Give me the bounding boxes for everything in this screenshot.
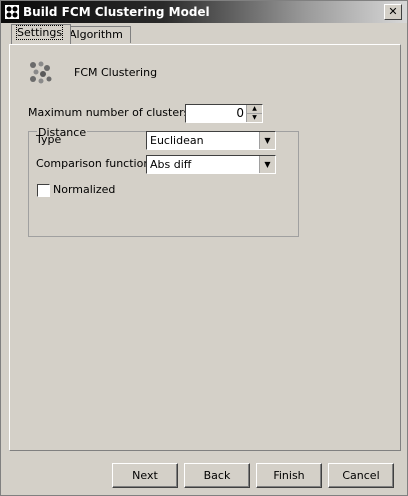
normalized-checkbox[interactable] [37,184,50,197]
finish-button[interactable]: Finish [256,463,322,488]
type-select[interactable]: Euclidean ▼ [146,131,276,150]
next-button[interactable]: Next [112,463,178,488]
max-clusters-value[interactable]: 0 [236,106,244,120]
normalized-label: Normalized [53,183,116,196]
max-clusters-spinner[interactable]: 0 ▲ ▼ [185,104,263,123]
tab-algorithm-label: Algorithm [69,28,123,41]
dialog-window: Build FCM Clustering Model ✕ Settings Al… [0,0,408,496]
tab-settings[interactable]: Settings [11,24,71,44]
window-title: Build FCM Clustering Model [23,5,210,19]
model-type-label: FCM Clustering [74,66,158,79]
title-bar: Build FCM Clustering Model ✕ [1,1,407,23]
cluster-dots-icon [30,61,52,84]
chevron-down-icon[interactable]: ▼ [259,156,275,173]
app-icon [5,5,19,19]
comparison-function-select[interactable]: Abs diff ▼ [146,155,276,174]
max-clusters-label: Maximum number of clusters [28,106,190,119]
tab-algorithm[interactable]: Algorithm [63,26,131,43]
type-select-value: Euclidean [150,134,204,147]
spin-up-icon[interactable]: ▲ [247,105,262,114]
chevron-down-icon[interactable]: ▼ [259,132,275,149]
back-button[interactable]: Back [184,463,250,488]
spin-down-icon[interactable]: ▼ [247,114,262,122]
spinner-arrows[interactable]: ▲ ▼ [246,105,262,122]
type-label: Type [36,133,62,146]
comparison-function-label: Comparison function [36,157,151,170]
close-button[interactable]: ✕ [384,4,402,20]
cancel-button[interactable]: Cancel [328,463,394,488]
comparison-select-value: Abs diff [150,158,192,171]
tab-settings-label: Settings [15,25,64,40]
close-icon: ✕ [388,5,398,18]
